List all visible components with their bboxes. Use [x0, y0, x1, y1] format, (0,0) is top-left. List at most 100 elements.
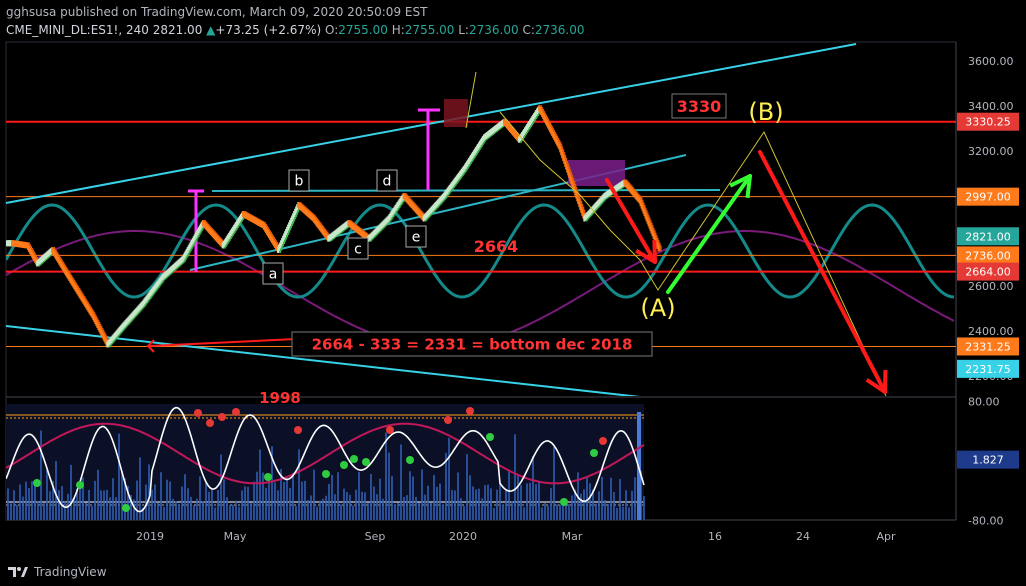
osc-histogram-bar [109, 497, 111, 520]
osc-histogram-bar [607, 503, 609, 520]
osc-histogram-bar [217, 489, 219, 520]
price-label: 2997.00 [965, 191, 1011, 204]
wave-label-c: c [354, 242, 362, 258]
osc-histogram-bar [604, 499, 606, 520]
osc-histogram-bar [43, 503, 45, 520]
osc-histogram-bar [397, 502, 399, 520]
osc-histogram-bar [559, 504, 561, 520]
osc-signal-dot [406, 456, 414, 464]
osc-histogram-bar [310, 495, 312, 520]
osc-histogram-bar [394, 504, 396, 520]
wave-b-label: (B) [748, 98, 783, 126]
osc-histogram-bar [451, 490, 453, 520]
osc-histogram-bar [289, 487, 291, 520]
osc-histogram-bar [298, 449, 300, 520]
osc-histogram-bar [595, 503, 597, 520]
chart-svg[interactable]: 3330 (B) (A) 2664 2664 - 333 = 2331 = bottom… [0, 0, 1026, 558]
osc-histogram-bar [631, 490, 633, 520]
osc-histogram-bar [511, 501, 513, 520]
osc-signal-dot [466, 407, 474, 415]
osc-signal-dot [444, 416, 452, 424]
renko-brick [659, 245, 662, 252]
osc-signal-dot [194, 409, 202, 417]
osc-histogram-bar [136, 480, 138, 520]
osc-signal-dot [322, 470, 330, 478]
osc-histogram-bar [10, 503, 12, 520]
wave-a-label: (A) [640, 294, 675, 322]
y-tick-label: 3600.00 [968, 55, 1014, 68]
osc-histogram-bar [424, 494, 426, 520]
osc-histogram-bar [157, 502, 159, 520]
x-tick-label: 16 [708, 530, 722, 543]
osc-histogram-bar [340, 504, 342, 520]
osc-histogram-bar [544, 503, 546, 520]
osc-histogram-bar [202, 501, 204, 520]
osc-histogram-bar [433, 474, 435, 520]
osc-histogram-bar [364, 492, 366, 520]
renko-brick [657, 245, 660, 252]
osc-histogram-bar [406, 495, 408, 520]
osc-histogram-bar [568, 503, 570, 520]
chart-root: { "header": { "publisher_line": "gghsusa… [0, 0, 1026, 586]
price-label: 2736.00 [965, 249, 1011, 262]
osc-histogram-bar [160, 472, 162, 520]
osc-histogram-bar [436, 486, 438, 520]
osc-histogram-bar [496, 489, 498, 520]
osc-histogram-bar [79, 483, 81, 520]
osc-signal-dot [218, 413, 226, 421]
osc-histogram-bar [346, 491, 348, 520]
osc-histogram-bar [277, 490, 279, 520]
osc-histogram-bar [70, 464, 72, 520]
y-tick-label: 3400.00 [968, 100, 1014, 113]
osc-signal-dot [599, 437, 607, 445]
osc-histogram-bar [187, 488, 189, 520]
wave-label-b: b [295, 174, 304, 190]
osc-histogram-bar [613, 492, 615, 520]
osc-histogram-bar [256, 471, 258, 520]
osc-histogram-bar [172, 498, 174, 520]
osc-histogram-bar [619, 479, 621, 520]
osc-histogram-bar [88, 489, 90, 520]
bottom-calc-annotation: 2664 - 333 = 2331 = bottom dec 2018 [312, 335, 633, 353]
osc-histogram-bar [532, 456, 534, 520]
osc-histogram-bar [178, 504, 180, 520]
osc-histogram-bar [502, 504, 504, 520]
osc-histogram-bar [349, 494, 351, 520]
osc-histogram-bar [46, 469, 48, 520]
osc-histogram-bar [565, 503, 567, 520]
osc-histogram-bar [466, 454, 468, 520]
osc-histogram-bar [616, 507, 618, 520]
x-tick-label: 24 [796, 530, 810, 543]
osc-histogram-bar [541, 507, 543, 520]
wave-label-a: a [269, 267, 278, 283]
osc-histogram-bar [73, 498, 75, 520]
osc-histogram-bar [391, 475, 393, 520]
oscillator-pane [6, 404, 645, 520]
osc-signal-dot [486, 433, 494, 441]
osc-histogram-bar [331, 474, 333, 520]
osc-histogram-bar [286, 477, 288, 520]
price-label: 2331.25 [965, 340, 1011, 353]
osc-histogram-bar [376, 494, 378, 520]
osc-histogram-bar [550, 488, 552, 520]
osc-histogram-bar [283, 481, 285, 520]
osc-histogram-bar [526, 483, 528, 520]
osc-histogram-bar [535, 484, 537, 520]
osc-histogram-bar [415, 496, 417, 520]
footer: TradingView [0, 558, 1026, 586]
osc-signal-dot [350, 455, 358, 463]
osc-signal-dot [294, 426, 302, 434]
osc-histogram-bar [49, 491, 51, 520]
osc-histogram-bar [490, 488, 492, 520]
osc-histogram-bar [211, 488, 213, 520]
annotation-3330: 3330 [677, 97, 722, 116]
price-label: 2231.75 [965, 363, 1011, 376]
osc-histogram-bar [625, 490, 627, 520]
osc-histogram-bar [571, 495, 573, 520]
osc-signal-dot [560, 498, 568, 506]
price-label: 2821.00 [965, 230, 1011, 243]
osc-histogram-bar [439, 483, 441, 520]
osc-histogram-bar [97, 469, 99, 520]
osc-histogram-bar [91, 506, 93, 520]
osc-signal-dot [33, 479, 41, 487]
